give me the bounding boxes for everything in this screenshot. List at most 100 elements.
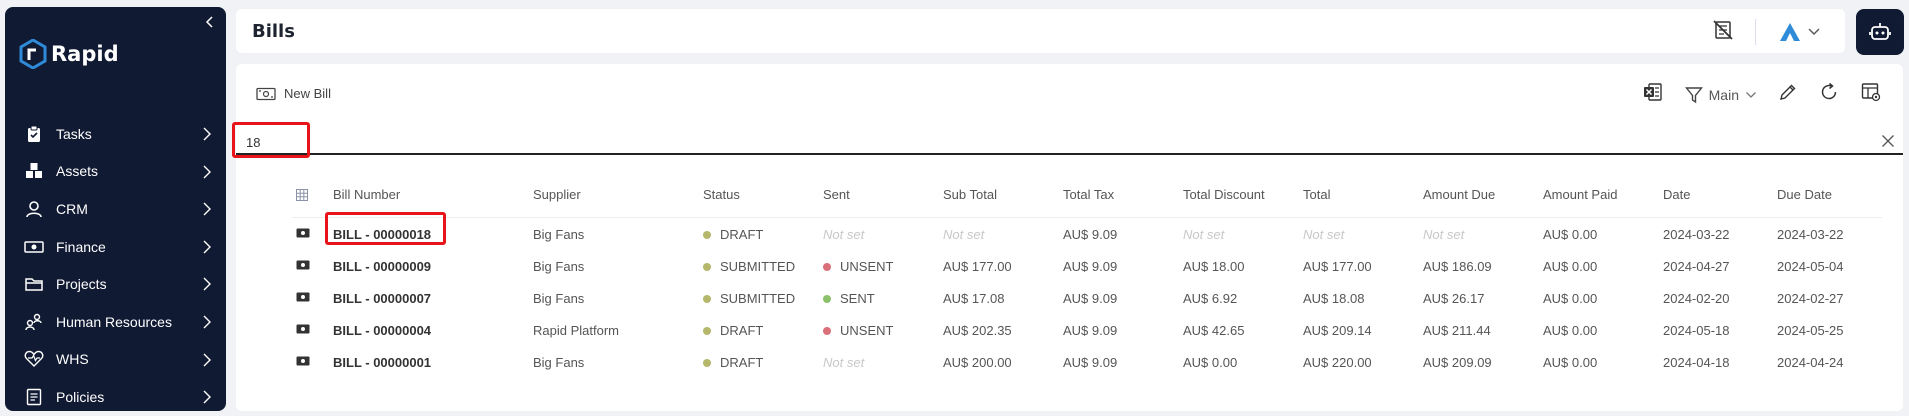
table-settings-icon[interactable] xyxy=(1861,82,1881,107)
bill-number[interactable]: BILL - 00000001 xyxy=(333,355,431,370)
bill-number[interactable]: BILL - 00000004 xyxy=(333,323,431,338)
bill-row-icon xyxy=(296,225,310,243)
date: 2024-03-22 xyxy=(1663,227,1730,242)
column-header-total-tax[interactable]: Total Tax xyxy=(1063,187,1114,202)
sidebar-item-assets[interactable]: Assets xyxy=(5,153,226,191)
bill-row-icon xyxy=(296,257,310,275)
column-header-total-discount[interactable]: Total Discount xyxy=(1183,187,1265,202)
edit-icon[interactable] xyxy=(1779,83,1797,106)
bill-row-icon xyxy=(296,353,310,371)
bill-row-icon xyxy=(296,321,310,339)
no-notes-icon[interactable] xyxy=(1713,19,1733,45)
app-logo[interactable]: Rapid xyxy=(19,39,119,69)
collapse-sidebar-icon[interactable] xyxy=(204,15,216,29)
sidebar-item-label: Tasks xyxy=(56,125,92,142)
view-selector[interactable]: Main xyxy=(1684,86,1757,104)
amount-paid: AU$ 0.00 xyxy=(1543,355,1598,370)
column-header-amount-paid[interactable]: Amount Paid xyxy=(1543,187,1617,202)
top-bar: Bills xyxy=(236,9,1845,53)
chevron-down-icon xyxy=(1808,28,1820,35)
assistant-button[interactable] xyxy=(1856,9,1904,55)
date: 2024-04-18 xyxy=(1663,355,1730,370)
sidebar-item-label: Finance xyxy=(56,238,106,255)
total-tax: AU$ 9.09 xyxy=(1063,323,1118,338)
sent: Not set xyxy=(823,227,865,242)
sent-dot xyxy=(823,327,831,335)
total: Not set xyxy=(1303,227,1345,242)
status: SUBMITTED xyxy=(703,259,795,274)
column-header-due-date[interactable]: Due Date xyxy=(1777,187,1832,202)
divider xyxy=(1755,19,1756,45)
bill-row-icon xyxy=(296,289,310,307)
total-tax: AU$ 9.09 xyxy=(1063,291,1118,306)
amount-due: Not set xyxy=(1423,227,1465,242)
status-label: DRAFT xyxy=(720,323,764,338)
column-header-supplier[interactable]: Supplier xyxy=(533,187,581,202)
boxes-icon xyxy=(24,161,44,181)
column-header-sent[interactable]: Sent xyxy=(823,187,850,202)
status: DRAFT xyxy=(703,227,763,242)
status-dot xyxy=(703,327,711,335)
amount-paid: AU$ 0.00 xyxy=(1543,291,1598,306)
sidebar-item-tasks[interactable]: Tasks xyxy=(5,115,226,153)
total: AU$ 220.00 xyxy=(1303,355,1372,370)
people-tree-icon xyxy=(24,312,44,332)
status-dot xyxy=(703,231,711,239)
sent-label: SENT xyxy=(840,291,875,306)
sub-total: AU$ 17.08 xyxy=(943,291,1005,306)
search-highlight-box xyxy=(232,122,310,158)
sidebar-item-label: WHS xyxy=(56,351,89,368)
column-header-total[interactable]: Total xyxy=(1303,187,1330,202)
bill-number[interactable]: BILL - 00000007 xyxy=(333,291,431,306)
rapid-logo-icon xyxy=(19,39,47,69)
total-discount: AU$ 42.65 xyxy=(1183,323,1245,338)
column-header-bill-number[interactable]: Bill Number xyxy=(333,187,400,202)
status-dot xyxy=(703,263,711,271)
new-bill-button[interactable]: New Bill xyxy=(256,86,331,101)
folder-icon xyxy=(24,274,44,294)
heart-pulse-icon xyxy=(24,349,44,369)
app-name: Rapid xyxy=(51,42,119,66)
excel-export-icon[interactable] xyxy=(1643,82,1663,107)
column-header-sub-total[interactable]: Sub Total xyxy=(943,187,997,202)
amount-paid: AU$ 0.00 xyxy=(1543,323,1598,338)
sidebar-item-finance[interactable]: Finance xyxy=(5,228,226,266)
total-discount: AU$ 18.00 xyxy=(1183,259,1245,274)
amount-paid: AU$ 0.00 xyxy=(1543,227,1598,242)
sub-total: Not set xyxy=(943,227,985,242)
column-header-date[interactable]: Date xyxy=(1663,187,1690,202)
supplier: Big Fans xyxy=(533,259,585,274)
column-header-amount-due[interactable]: Amount Due xyxy=(1423,187,1495,202)
status-dot xyxy=(703,359,711,367)
status: DRAFT xyxy=(703,355,763,370)
sidebar-item-policies[interactable]: Policies xyxy=(5,378,226,416)
workspace-switcher[interactable] xyxy=(1778,21,1821,43)
bill-number[interactable]: BILL - 00000009 xyxy=(333,259,431,274)
chevron-right-icon xyxy=(202,239,212,260)
clear-search-icon[interactable] xyxy=(1881,134,1895,153)
column-chooser-icon[interactable] xyxy=(296,188,308,206)
due-date: 2024-02-27 xyxy=(1777,291,1844,306)
sidebar-item-human-resources[interactable]: Human Resources xyxy=(5,303,226,341)
sidebar-nav: Tasks Assets CRM Finance Projects Human … xyxy=(5,115,226,416)
supplier: Rapid Platform xyxy=(533,323,619,338)
date: 2024-05-18 xyxy=(1663,323,1730,338)
chevron-right-icon xyxy=(202,314,212,335)
amount-paid: AU$ 0.00 xyxy=(1543,259,1598,274)
total-tax: AU$ 9.09 xyxy=(1063,355,1118,370)
sidebar-item-whs[interactable]: WHS xyxy=(5,341,226,379)
supplier: Big Fans xyxy=(533,291,585,306)
sent: Not set xyxy=(823,355,865,370)
total-discount: AU$ 0.00 xyxy=(1183,355,1238,370)
filter-icon xyxy=(1684,86,1703,103)
bill-highlight-box xyxy=(325,212,446,245)
header-divider xyxy=(292,217,1882,218)
refresh-icon[interactable] xyxy=(1819,82,1839,107)
amount-due: AU$ 26.17 xyxy=(1423,291,1485,306)
sidebar-item-crm[interactable]: CRM xyxy=(5,190,226,228)
sidebar-item-label: Projects xyxy=(56,276,107,293)
sidebar-item-projects[interactable]: Projects xyxy=(5,265,226,303)
sent: SENT xyxy=(823,291,875,306)
column-header-status[interactable]: Status xyxy=(703,187,740,202)
sidebar-item-label: Policies xyxy=(56,388,105,405)
